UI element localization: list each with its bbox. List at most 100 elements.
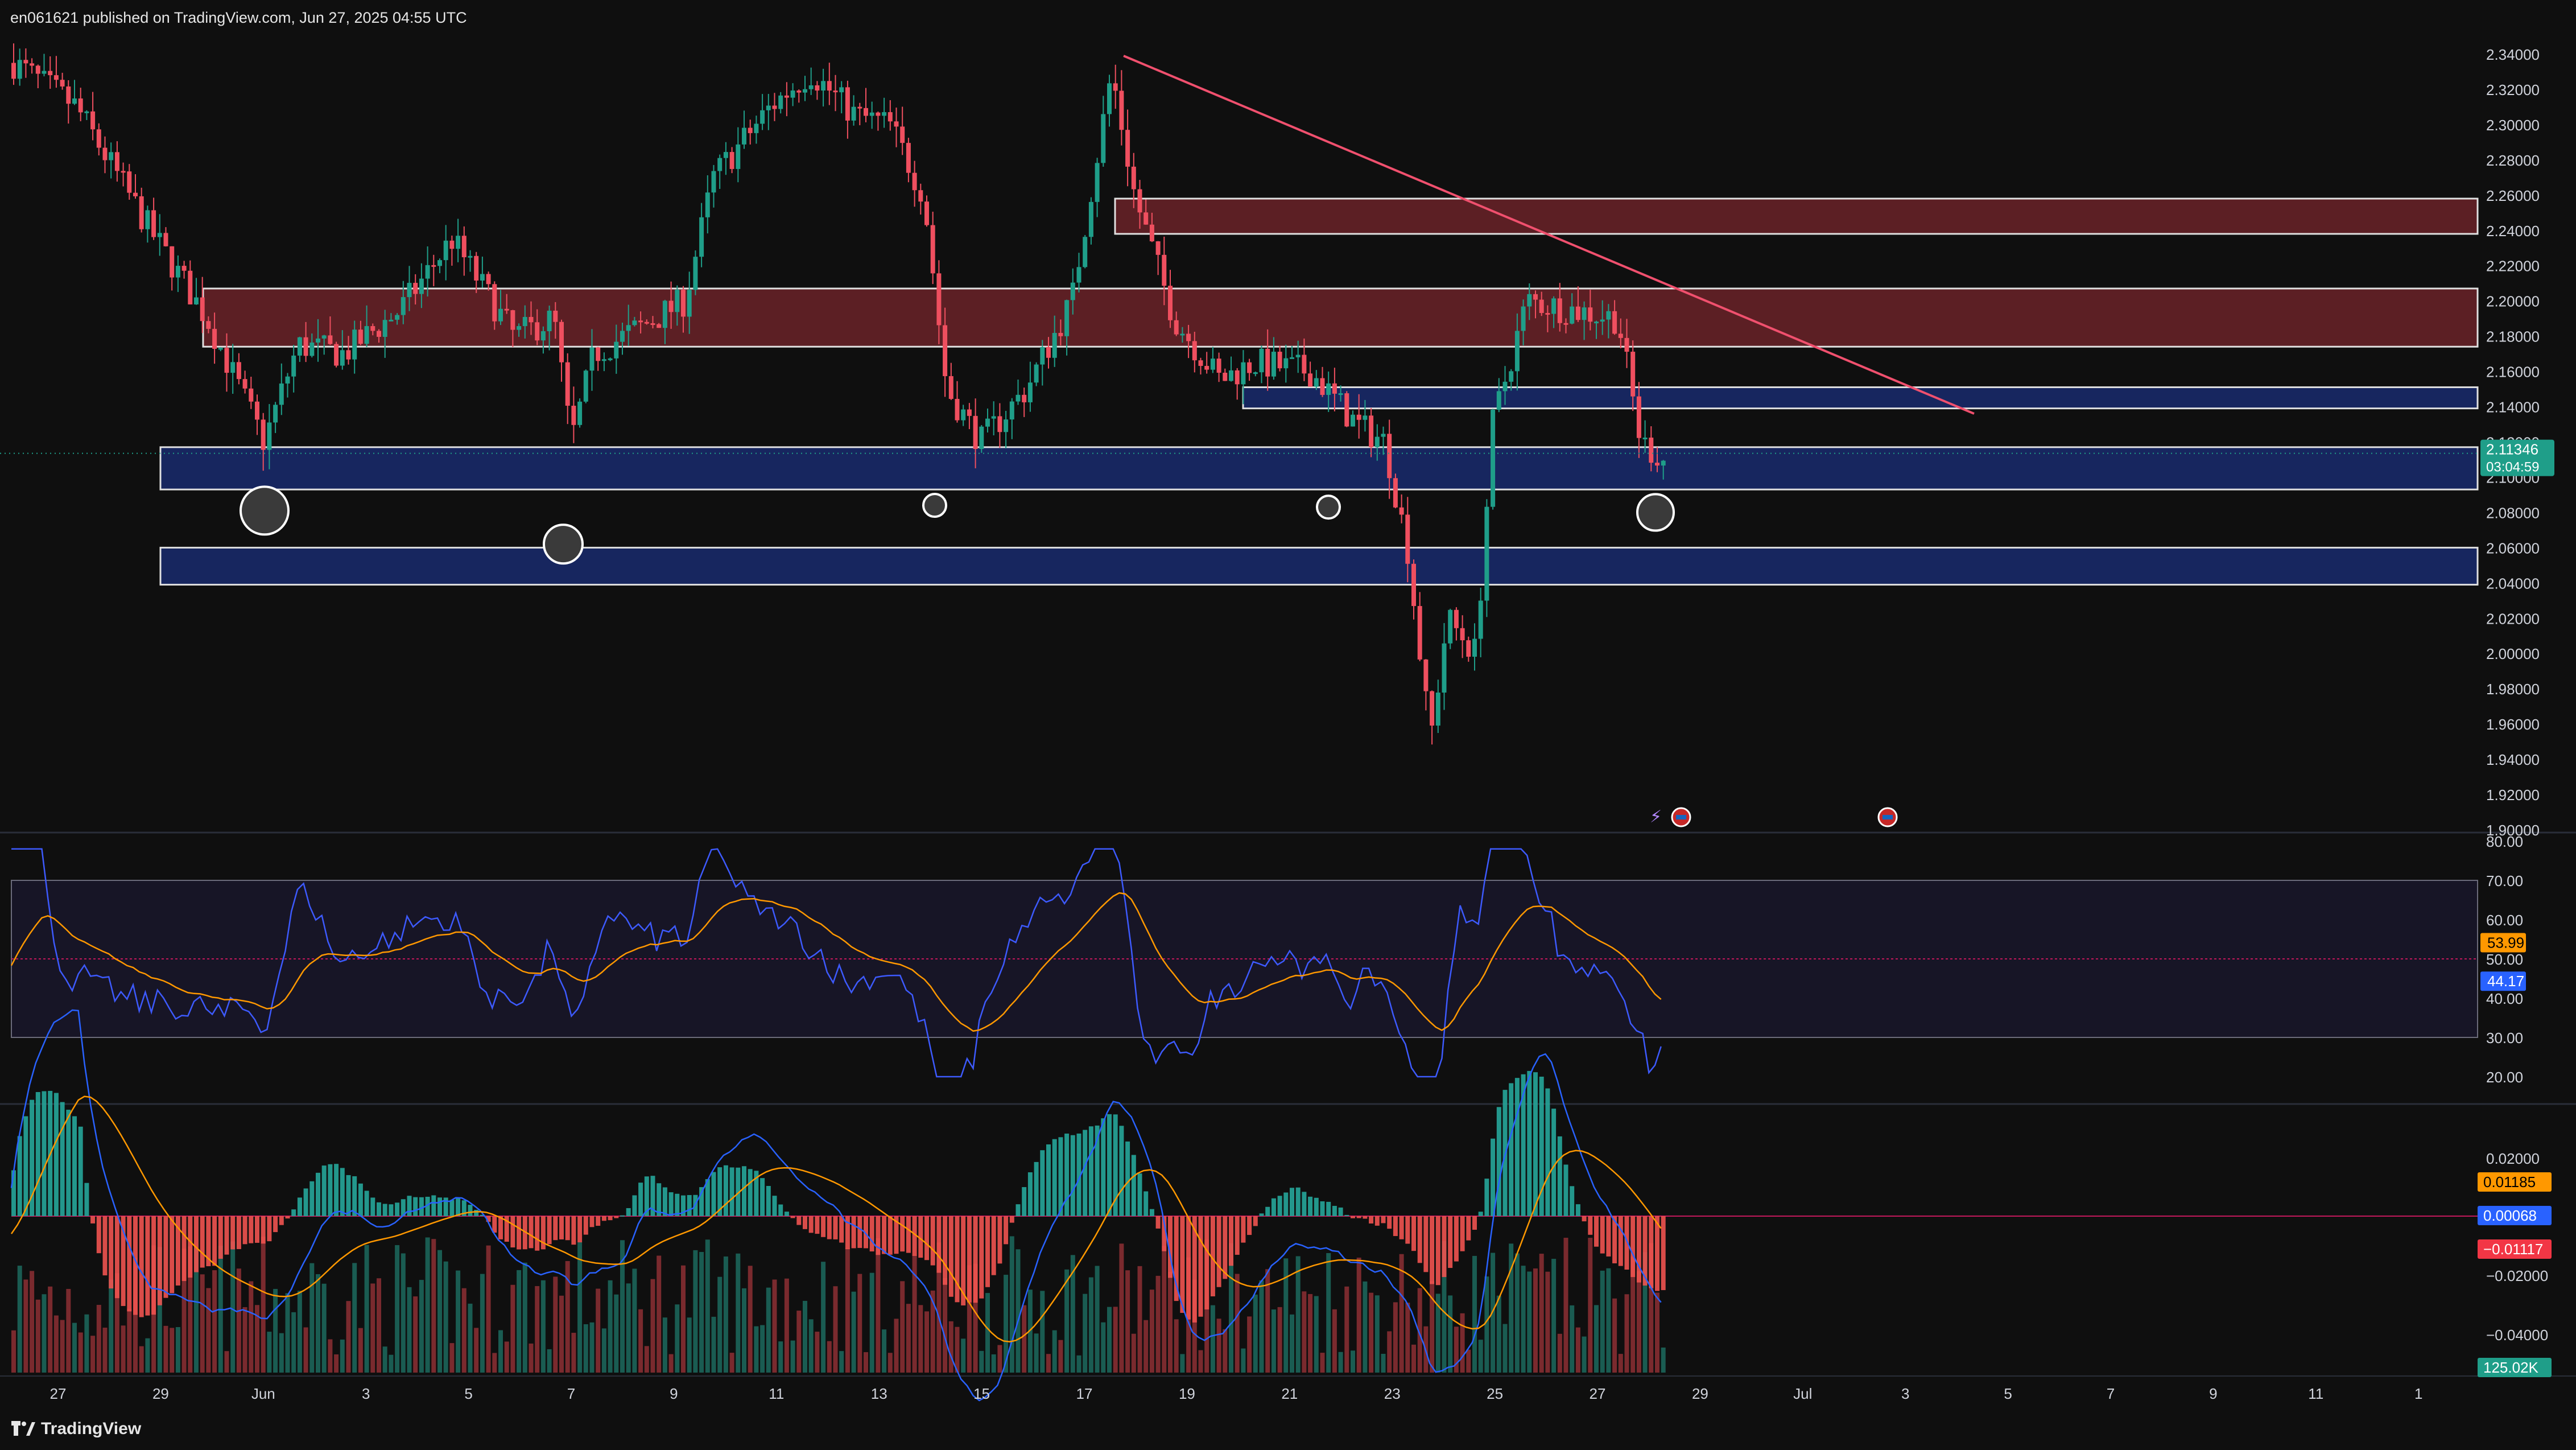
macd-histogram-bar [498, 1216, 503, 1239]
candle-body [1095, 163, 1100, 202]
macd-histogram-bar [224, 1216, 229, 1255]
macd-histogram-bar [742, 1166, 746, 1216]
macd-histogram-bar [492, 1216, 497, 1233]
volume-bar [1332, 1309, 1337, 1373]
candle-body [1070, 282, 1075, 300]
volume-bar [1168, 1272, 1173, 1373]
candle-body [1502, 381, 1508, 392]
macd-histogram-bar [170, 1216, 175, 1294]
volume-bar [340, 1339, 345, 1373]
macd-histogram-bar [887, 1216, 893, 1255]
volume-bar [401, 1253, 406, 1373]
candle-body [961, 409, 966, 421]
candle-body [1247, 362, 1252, 373]
candle-body [66, 86, 71, 104]
macd-histogram-bar [194, 1216, 199, 1272]
macd-histogram-bar [407, 1196, 412, 1216]
swing-low-circle[interactable] [922, 493, 947, 518]
volume-bar [1052, 1330, 1057, 1373]
volume-bar [139, 1346, 144, 1373]
candle-body [437, 260, 442, 266]
volume-bar [900, 1281, 905, 1373]
volume-bar [1216, 1319, 1221, 1373]
candle-body [1363, 415, 1368, 420]
rsi-axis-tick: 80.00 [2486, 833, 2523, 850]
candle-body [583, 370, 588, 402]
time-axis-label: Jul [1793, 1385, 1812, 1402]
time-axis-label: 29 [1692, 1385, 1708, 1402]
macd-histogram-bar [1180, 1216, 1185, 1313]
volume-bar [668, 1354, 674, 1373]
candle-body [181, 266, 187, 271]
macd-histogram-bar [510, 1216, 515, 1248]
candle-body [522, 316, 527, 327]
macd-histogram-bar [395, 1202, 400, 1216]
volume-bar [955, 1327, 960, 1373]
candle-body [1399, 507, 1404, 515]
support-zone[interactable] [159, 546, 2479, 586]
swing-low-circle[interactable] [543, 524, 584, 565]
candle-body [754, 123, 759, 133]
macd-histogram-bar [163, 1216, 168, 1298]
volume-bar [1351, 1350, 1355, 1373]
swing-low-circle[interactable] [1636, 493, 1675, 532]
candle-body [1271, 352, 1276, 377]
volume-bar [1314, 1296, 1319, 1373]
resistance-zone[interactable] [1114, 197, 2479, 235]
volume-bar [1405, 1303, 1410, 1373]
volume-bar [1600, 1270, 1605, 1373]
volume-bar [431, 1239, 436, 1373]
macd-histogram-bar [529, 1216, 534, 1249]
candle-body [821, 81, 826, 91]
swing-low-circle[interactable] [240, 485, 290, 536]
macd-histogram-bar [517, 1216, 522, 1250]
candle-body [377, 331, 381, 337]
volume-bar [1162, 1246, 1167, 1373]
candle-body [808, 85, 814, 89]
candle-body [1435, 693, 1440, 726]
price-axis-tick: 2.14000 [2486, 399, 2540, 416]
macd-histogram-bar [778, 1204, 783, 1216]
candle-body [1642, 437, 1648, 439]
candle-body [23, 60, 28, 64]
candle-body [614, 341, 619, 359]
price-axis-tick: 2.22000 [2486, 258, 2540, 275]
volume-bar [1259, 1280, 1264, 1373]
candle-body [1630, 352, 1636, 397]
tradingview-brand[interactable]: TradingView [11, 1419, 141, 1439]
macd-histogram-bar [924, 1216, 929, 1260]
macd-histogram-bar [1064, 1133, 1070, 1216]
macd-histogram-bar [973, 1216, 978, 1303]
candle-body [461, 236, 467, 258]
support-zone[interactable] [1242, 386, 2479, 410]
flash-icon[interactable]: ⚡ [1650, 807, 1662, 827]
volume-bar [808, 1319, 814, 1373]
candle-body [1155, 241, 1161, 255]
swing-low-circle[interactable] [1316, 495, 1341, 520]
candle-body [1302, 355, 1307, 374]
trading-chart[interactable]: ⚡ 2.34000 2.32000 2.30000 2.28000 2.26000 2.24… [0, 30, 2576, 1408]
candle-body [1101, 114, 1106, 163]
volume-bar [267, 1332, 272, 1373]
candle-body [948, 376, 953, 399]
macd-histogram-bar [1235, 1216, 1240, 1255]
macd-histogram-bar [1466, 1216, 1471, 1241]
macd-histogram-bar [1435, 1216, 1440, 1286]
candle-body [474, 256, 479, 281]
time-axis-label: 9 [2209, 1385, 2217, 1402]
candle-body [17, 60, 22, 79]
volume-bar [918, 1305, 923, 1373]
macd-histogram-bar [1374, 1216, 1380, 1226]
candle-body [1083, 237, 1088, 267]
macd-histogram-bar [936, 1216, 942, 1273]
macd-histogram-bar [1417, 1216, 1422, 1263]
macd-histogram-bar [334, 1164, 339, 1216]
macd-histogram-bar [577, 1216, 583, 1243]
candle-body [456, 236, 461, 249]
candle-body [827, 81, 832, 91]
candle-body [382, 320, 387, 337]
price-axis-tick: 1.94000 [2486, 751, 2540, 768]
volume-bar [851, 1291, 856, 1373]
volume-bar [559, 1295, 564, 1373]
candle-body [1149, 224, 1154, 242]
